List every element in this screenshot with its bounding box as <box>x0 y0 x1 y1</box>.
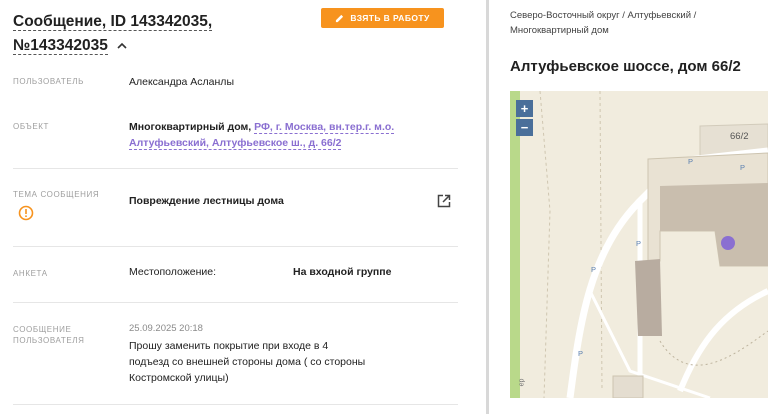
form-key: Местоположение: <box>129 266 217 278</box>
message-title-line2: №143342035 <box>13 37 108 55</box>
parking-icon: P <box>636 239 642 248</box>
take-to-work-button[interactable]: ВЗЯТЬ В РАБОТУ <box>321 8 444 28</box>
object-label: ОБЪЕКТ <box>13 122 50 131</box>
message-title-line1: Сообщение, ID 143342035, <box>13 13 213 31</box>
take-to-work-label: ВЗЯТЬ В РАБОТУ <box>350 13 430 23</box>
external-link-icon[interactable] <box>436 193 452 209</box>
breadcrumb-line2[interactable]: Многоквартирный дом <box>510 25 609 36</box>
message-text: Прошу заменить покрытие при входе в 4 по… <box>129 338 429 386</box>
breadcrumb: Северо-Восточный округ / Алтуфьевский / … <box>510 8 760 38</box>
zoom-out-button[interactable]: − <box>516 119 533 136</box>
parking-icon: P <box>688 157 694 166</box>
object-address-link-1[interactable]: РФ, г. Москва, вн.тер.г. м.о. <box>254 121 395 134</box>
message-panel: Сообщение, ID 143342035, №143342035 ВЗЯТ… <box>0 0 478 414</box>
parking-icon: P <box>591 265 597 274</box>
parking-icon: P <box>740 163 746 172</box>
form-label: АНКЕТА <box>13 269 48 278</box>
road-label: ер <box>518 378 526 387</box>
message-date: 25.09.2025 20:18 <box>129 323 203 334</box>
object-type: Многоквартирный дом, <box>129 121 252 133</box>
map[interactable]: + − 66/2 P P P P P ер <box>510 91 768 398</box>
user-label: ПОЛЬЗОВАТЕЛЬ <box>13 77 84 86</box>
user-message-label-1: СООБЩЕНИЕ <box>13 325 72 334</box>
message-text-2: подъезд со внешней стороны дома ( со сто… <box>129 356 366 368</box>
message-text-1: Прошу заменить покрытие при входе в 4 <box>129 340 329 352</box>
divider <box>13 246 458 247</box>
topic-label: ТЕМА СООБЩЕНИЯ <box>13 190 100 199</box>
location-marker[interactable] <box>721 236 735 250</box>
chevron-up-icon[interactable] <box>116 41 128 51</box>
divider <box>13 302 458 303</box>
parking-icon: P <box>578 349 584 358</box>
divider <box>13 168 458 169</box>
address-title: Алтуфьевское шоссе, дом 66/2 <box>510 58 741 75</box>
pencil-icon <box>336 14 344 22</box>
form-value: На входной группе <box>293 266 392 278</box>
message-title: Сообщение, ID 143342035, №143342035 <box>13 10 303 58</box>
user-message-label-2: ПОЛЬЗОВАТЕЛЯ <box>13 336 85 345</box>
object-value: Многоквартирный дом, РФ, г. Москва, вн.т… <box>129 119 429 151</box>
warning-icon <box>18 205 34 221</box>
building-number-label: 66/2 <box>730 131 749 142</box>
message-text-3: Костромской улицы) <box>129 372 229 384</box>
user-value: Александра Асланлы <box>129 76 234 88</box>
divider <box>13 404 458 405</box>
map-panel: Северо-Восточный округ / Алтуфьевский / … <box>489 0 768 414</box>
zoom-in-button[interactable]: + <box>516 100 533 117</box>
topic-value: Повреждение лестницы дома <box>129 195 284 207</box>
object-address-link-2[interactable]: Алтуфьевский, Алтуфьевское ш., д. 66/2 <box>129 137 342 150</box>
breadcrumb-line1[interactable]: Северо-Восточный округ / Алтуфьевский / <box>510 10 696 21</box>
user-message-label: СООБЩЕНИЕ ПОЛЬЗОВАТЕЛЯ <box>13 324 85 346</box>
